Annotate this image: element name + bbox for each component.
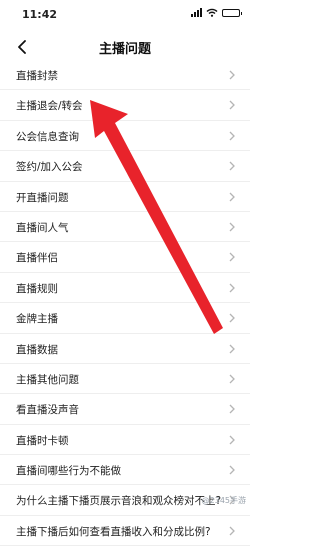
list-item[interactable]: 金牌主播 xyxy=(0,303,250,334)
list-item[interactable]: 看直播没声音 xyxy=(0,394,250,425)
list-item-label: 公会信息查询 xyxy=(16,130,79,143)
chevron-right-icon xyxy=(229,283,235,293)
list-item[interactable]: 主播其他问题 xyxy=(0,364,250,395)
list-item[interactable]: 直播间人气 xyxy=(0,212,250,243)
chevron-right-icon xyxy=(229,70,235,80)
list-item-label: 直播间哪些行为不能做 xyxy=(16,465,121,478)
list-item-label: 直播封禁 xyxy=(16,70,58,82)
chevron-right-icon xyxy=(229,374,235,384)
chevron-right-icon xyxy=(229,465,235,475)
chevron-right-icon xyxy=(229,222,235,232)
list-item-label: 直播间人气 xyxy=(16,221,69,234)
list-item[interactable]: 开直播问题 xyxy=(0,182,250,212)
list-item-label: 直播规则 xyxy=(16,282,58,295)
list-item-label: 主播退会/转会 xyxy=(16,100,83,113)
chevron-right-icon xyxy=(229,100,235,110)
chevron-right-icon xyxy=(229,526,235,536)
list-item[interactable]: 直播数据 xyxy=(0,334,250,364)
list-item-label: 为什么主播下播页展示音浪和观众榜对不上? xyxy=(16,495,222,508)
list-item-label: 金牌主播 xyxy=(16,313,58,326)
chevron-right-icon xyxy=(229,192,235,202)
list-item[interactable]: 直播封禁 xyxy=(0,60,250,91)
watermark: @2345手游 xyxy=(201,496,246,505)
list-item-label: 主播其他问题 xyxy=(16,373,79,386)
page-title: 主播问题 xyxy=(98,42,151,57)
list-item-label: 看直播没声音 xyxy=(16,404,79,417)
list-item[interactable]: 签约/加入公会 xyxy=(0,151,250,182)
faq-list: 直播封禁主播退会/转会 公会信息查询 签约/加入公会 开直播问题直播间人气直播伴侣直播… xyxy=(0,60,250,546)
nav-bar: 主播问题 xyxy=(0,30,250,64)
list-item-label: 直播伴侣 xyxy=(16,252,58,265)
list-item-label: 开直播问题 xyxy=(16,191,69,204)
list-item[interactable]: 直播伴侣 xyxy=(0,242,250,273)
chevron-right-icon xyxy=(229,252,235,262)
status-bar: 11:42 xyxy=(0,0,250,30)
list-item-label: 直播数据 xyxy=(16,343,58,356)
wifi-icon xyxy=(206,8,218,17)
list-item[interactable]: 主播退会/转会 xyxy=(0,90,250,121)
list-item[interactable]: 直播间哪些行为不能做 xyxy=(0,455,250,486)
list-item[interactable]: 直播时卡顿 xyxy=(0,425,250,456)
status-icons xyxy=(191,8,242,17)
chevron-right-icon xyxy=(229,344,235,353)
battery-icon xyxy=(222,8,242,17)
chevron-right-icon xyxy=(229,313,235,323)
chevron-right-icon xyxy=(229,404,235,414)
signal-icon xyxy=(191,8,202,17)
status-time: 11:42 xyxy=(22,8,58,21)
list-item[interactable]: 主播下播后如何查看直播收入和分成比例? xyxy=(0,516,250,546)
list-item-label: 签约/加入公会 xyxy=(16,161,83,174)
list-item[interactable]: 公会信息查询 xyxy=(0,121,250,152)
chevron-right-icon xyxy=(229,435,235,445)
list-item-label: 直播时卡顿 xyxy=(16,434,69,447)
chevron-right-icon xyxy=(229,131,235,141)
list-item-label: 主播下播后如何查看直播收入和分成比例? xyxy=(16,525,211,538)
list-item[interactable]: 直播规则 xyxy=(0,273,250,304)
chevron-right-icon xyxy=(229,161,235,171)
